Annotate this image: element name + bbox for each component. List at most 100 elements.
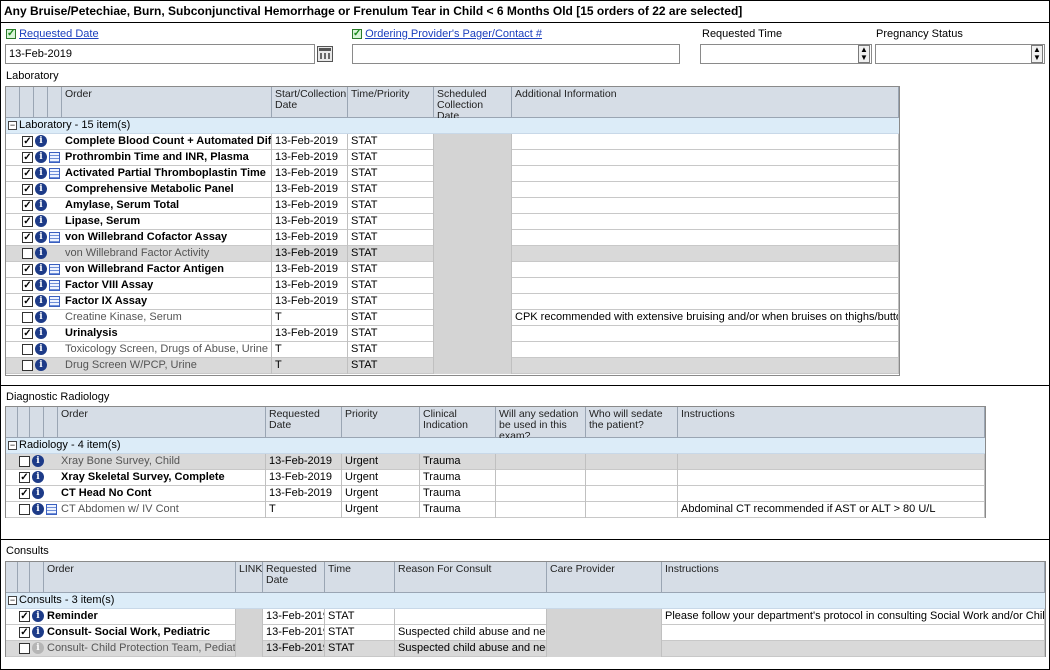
start-date-cell[interactable]: 13-Feb-2019 <box>272 230 348 246</box>
priority-cell[interactable]: STAT <box>348 166 434 182</box>
requested-date-link[interactable]: Requested Date <box>19 28 99 40</box>
order-name[interactable]: Consult- Child Protection Team, Pediatri… <box>44 641 236 657</box>
table-row[interactable]: ✓ i Factor VIII Assay 13-Feb-2019 STAT <box>6 278 899 294</box>
info-icon[interactable]: i <box>35 279 47 291</box>
priority-cell[interactable]: STAT <box>348 182 434 198</box>
table-row[interactable]: ✓ i Comprehensive Metabolic Panel 13-Feb-20… <box>6 182 899 198</box>
group-row[interactable]: − Consults - 3 item(s) <box>6 593 1045 609</box>
column-header[interactable]: Instructions <box>662 562 1045 592</box>
order-checkbox[interactable]: ✓ <box>22 152 33 163</box>
sedation-cell[interactable] <box>496 502 586 518</box>
order-checkbox[interactable] <box>19 504 30 515</box>
order-name[interactable]: Urinalysis <box>62 326 272 342</box>
start-date-cell[interactable]: 13-Feb-2019 <box>272 294 348 310</box>
group-row[interactable]: − Laboratory - 15 item(s) <box>6 118 899 134</box>
column-header[interactable]: Who will sedate the patient? <box>586 407 678 437</box>
info-icon[interactable]: i <box>32 471 44 483</box>
clinical-indication-cell[interactable]: Trauma <box>420 502 496 518</box>
info-icon[interactable]: i <box>32 503 44 515</box>
reason-cell[interactable] <box>395 609 547 625</box>
details-grid-icon[interactable] <box>49 280 60 291</box>
info-icon[interactable]: i <box>35 151 47 163</box>
priority-cell[interactable]: STAT <box>348 358 434 374</box>
order-name[interactable]: Drug Screen W/PCP, Urine <box>62 358 272 374</box>
table-row[interactable]: ✓ i Lipase, Serum 13-Feb-2019 STAT <box>6 214 899 230</box>
start-date-cell[interactable]: 13-Feb-2019 <box>272 198 348 214</box>
column-header[interactable]: Will any sedation be used in this exam? <box>496 407 586 442</box>
order-name[interactable]: Factor VIII Assay <box>62 278 272 294</box>
column-header[interactable]: Instructions <box>678 407 985 437</box>
details-grid-icon[interactable] <box>49 264 60 275</box>
link-cell[interactable] <box>236 625 263 641</box>
requested-date-cell[interactable]: 13-Feb-2019 <box>263 609 325 625</box>
requested-time-input[interactable] <box>700 44 872 64</box>
order-checkbox[interactable]: ✓ <box>22 280 33 291</box>
table-row[interactable]: ✓ i Consult- Social Work, Pediatric 13-Feb-… <box>6 625 1045 641</box>
info-icon[interactable]: i <box>35 231 47 243</box>
requested-date-cell[interactable]: 13-Feb-2019 <box>266 470 342 486</box>
order-name[interactable]: Comprehensive Metabolic Panel <box>62 182 272 198</box>
details-grid-icon[interactable] <box>46 504 57 515</box>
info-icon[interactable]: i <box>32 610 44 622</box>
priority-cell[interactable]: Urgent <box>342 470 420 486</box>
table-row[interactable]: ✓ i von Willebrand Factor Antigen 13-Feb-20… <box>6 262 899 278</box>
order-checkbox[interactable]: ✓ <box>19 488 30 499</box>
start-date-cell[interactable]: 13-Feb-2019 <box>272 214 348 230</box>
column-header[interactable]: Time/Priority <box>348 87 434 117</box>
requested-time-spinner[interactable]: ▲ ▼ <box>858 45 870 63</box>
scheduled-date-cell[interactable] <box>434 326 512 342</box>
collapse-icon[interactable]: − <box>8 595 17 605</box>
priority-cell[interactable]: STAT <box>348 310 434 326</box>
info-icon[interactable]: i <box>32 487 44 499</box>
priority-cell[interactable]: STAT <box>348 262 434 278</box>
sedating-provider-cell[interactable] <box>586 486 678 502</box>
table-row[interactable]: ✓ i Reminder 13-Feb-2019 STAT Please follow y… <box>6 609 1045 625</box>
scheduled-date-cell[interactable] <box>434 198 512 214</box>
table-row[interactable]: i Drug Screen W/PCP, Urine T STAT <box>6 358 899 374</box>
order-name[interactable]: Consult- Social Work, Pediatric <box>44 625 236 641</box>
info-icon[interactable]: i <box>35 183 47 195</box>
clinical-indication-cell[interactable]: Trauma <box>420 486 496 502</box>
order-name[interactable]: Prothrombin Time and INR, Plasma <box>62 150 272 166</box>
requested-date-cell[interactable]: 13-Feb-2019 <box>266 486 342 502</box>
clinical-indication-cell[interactable]: Trauma <box>420 470 496 486</box>
priority-cell[interactable]: STAT <box>348 198 434 214</box>
scheduled-date-cell[interactable] <box>434 230 512 246</box>
table-row[interactable]: ✓ i Activated Partial Thromboplastin Time 1… <box>6 166 899 182</box>
start-date-cell[interactable]: 13-Feb-2019 <box>272 150 348 166</box>
start-date-cell[interactable]: 13-Feb-2019 <box>272 182 348 198</box>
time-cell[interactable]: STAT <box>325 641 395 657</box>
care-provider-cell[interactable] <box>547 625 662 641</box>
column-header[interactable]: Order <box>44 562 236 592</box>
order-name[interactable]: Xray Bone Survey, Child <box>58 454 266 470</box>
pregnancy-status-dropdown[interactable]: ▲ ▼ <box>1031 45 1043 63</box>
order-name[interactable]: von Willebrand Factor Antigen <box>62 262 272 278</box>
column-header[interactable]: Order <box>62 87 272 117</box>
info-icon[interactable]: i <box>32 455 44 467</box>
table-row[interactable]: ✓ i Prothrombin Time and INR, Plasma 13-Feb… <box>6 150 899 166</box>
sedation-cell[interactable] <box>496 470 586 486</box>
order-checkbox[interactable]: ✓ <box>22 216 33 227</box>
requested-date-cell[interactable]: 13-Feb-2019 <box>263 625 325 641</box>
scheduled-date-cell[interactable] <box>434 342 512 358</box>
care-provider-cell[interactable] <box>547 641 662 657</box>
info-icon[interactable]: i <box>35 247 47 259</box>
order-checkbox[interactable]: ✓ <box>22 296 33 307</box>
details-grid-icon[interactable] <box>49 296 60 307</box>
column-header[interactable]: Additional Information <box>512 87 899 117</box>
provider-contact-link[interactable]: Ordering Provider's Pager/Contact # <box>365 28 542 40</box>
priority-cell[interactable]: STAT <box>348 230 434 246</box>
order-checkbox[interactable] <box>19 643 30 654</box>
priority-cell[interactable]: STAT <box>348 342 434 358</box>
table-row[interactable]: i Creatine Kinase, Serum T STAT CPK recommen… <box>6 310 899 326</box>
start-date-cell[interactable]: 13-Feb-2019 <box>272 134 348 150</box>
pregnancy-status-select[interactable] <box>875 44 1045 64</box>
column-header[interactable]: Time <box>325 562 395 592</box>
sedation-cell[interactable] <box>496 454 586 470</box>
group-row[interactable]: − Radiology - 4 item(s) <box>6 438 985 454</box>
order-checkbox[interactable]: ✓ <box>22 168 33 179</box>
start-date-cell[interactable]: 13-Feb-2019 <box>272 262 348 278</box>
table-row[interactable]: i Toxicology Screen, Drugs of Abuse, Urin… <box>6 342 899 358</box>
column-header[interactable]: Reason For Consult <box>395 562 547 592</box>
column-header[interactable]: LINK <box>236 562 263 592</box>
